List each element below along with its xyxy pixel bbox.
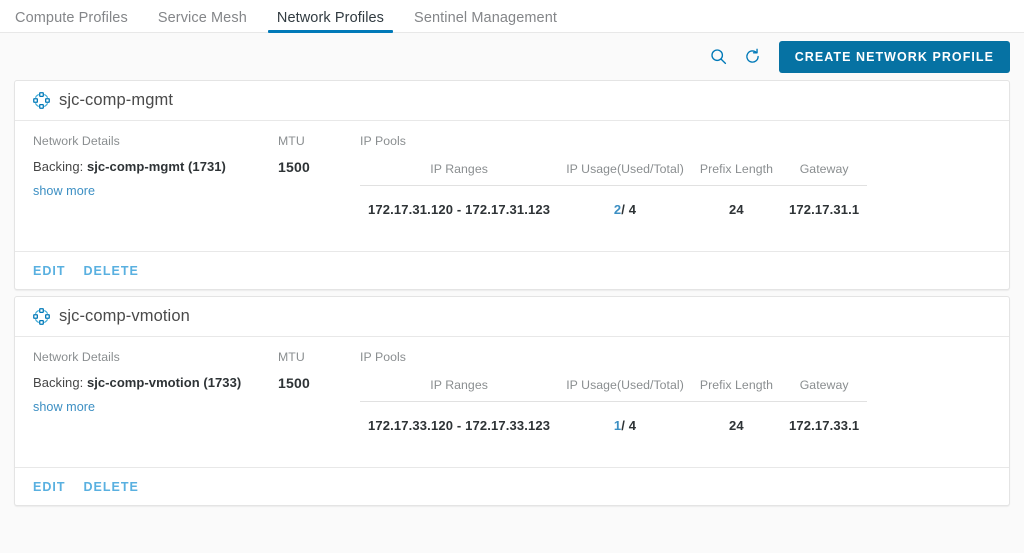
mtu-column: MTU 1500 — [278, 133, 360, 241]
network-details-column: Network Details Backing: sjc-comp-mgmt (… — [33, 133, 278, 241]
network-details-label: Network Details — [33, 134, 120, 148]
ip-pools-table: IP Ranges IP Usage(Used/Total) Prefix Le… — [360, 158, 868, 226]
card-footer: EDIT DELETE — [15, 467, 1009, 505]
show-more-link[interactable]: show more — [33, 400, 95, 414]
column-header-prefix-length: Prefix Length — [691, 374, 781, 402]
show-more-link[interactable]: show more — [33, 184, 95, 198]
cell-ip-range: 172.17.33.120 - 172.17.33.123 — [368, 418, 551, 433]
refresh-button[interactable] — [736, 40, 770, 74]
table-row: 172.17.33.120 - 172.17.33.123 1/ 4 24 17… — [360, 402, 867, 442]
cell-ip-usage: 2/ 4 — [558, 186, 692, 226]
column-header-gateway: Gateway — [780, 374, 868, 402]
cell-prefix-length: 24 — [729, 418, 744, 433]
mtu-value: 1500 — [278, 375, 310, 391]
tab-network-profiles[interactable]: Network Profiles — [262, 10, 399, 33]
cell-ip-range: 172.17.31.120 - 172.17.31.123 — [368, 202, 551, 217]
backing-name: sjc-comp-mgmt (1731) — [86, 159, 226, 174]
search-button[interactable] — [702, 40, 736, 74]
column-header-prefix-length: Prefix Length — [691, 158, 781, 186]
tab-compute-profiles[interactable]: Compute Profiles — [0, 10, 143, 33]
column-header-gateway: Gateway — [780, 158, 868, 186]
table-header-row: IP Ranges IP Usage(Used/Total) Prefix Le… — [360, 374, 868, 402]
search-icon — [710, 48, 727, 65]
ip-pools-column: IP Pools IP Ranges IP Usage(Used/Total) … — [360, 349, 991, 457]
table-header-row: IP Ranges IP Usage(Used/Total) Prefix Le… — [360, 158, 868, 186]
card-body: Network Details Backing: sjc-comp-vmotio… — [15, 337, 1009, 467]
ip-pools-label: IP Pools — [360, 134, 406, 148]
tab-bar: Compute Profiles Service Mesh Network Pr… — [0, 0, 1024, 33]
backing-label: Backing: — [33, 375, 84, 390]
column-header-ip-usage: IP Usage(Used/Total) — [558, 374, 692, 402]
edit-button[interactable]: EDIT — [33, 264, 65, 278]
backing-value: Backing: sjc-comp-mgmt (1731) — [33, 158, 278, 176]
card-title: sjc-comp-mgmt — [59, 91, 174, 109]
ip-pools-label: IP Pools — [360, 350, 406, 364]
backing-name: sjc-comp-vmotion (1733) — [86, 375, 242, 390]
action-bar: CREATE NETWORK PROFILE — [0, 33, 1024, 80]
ip-pools-table: IP Ranges IP Usage(Used/Total) Prefix Le… — [360, 374, 868, 442]
edit-button[interactable]: EDIT — [33, 480, 65, 494]
delete-button[interactable]: DELETE — [83, 264, 138, 278]
mtu-label: MTU — [278, 134, 305, 148]
network-details-column: Network Details Backing: sjc-comp-vmotio… — [33, 349, 278, 457]
create-network-profile-button[interactable]: CREATE NETWORK PROFILE — [778, 40, 1010, 73]
card-title: sjc-comp-vmotion — [59, 307, 190, 325]
card-header: sjc-comp-mgmt — [15, 81, 1009, 121]
mtu-value: 1500 — [278, 159, 310, 175]
delete-button[interactable]: DELETE — [83, 480, 138, 494]
column-header-ip-usage: IP Usage(Used/Total) — [558, 158, 692, 186]
column-header-ip-ranges: IP Ranges — [360, 158, 559, 186]
cell-ip-usage: 1/ 4 — [558, 402, 692, 442]
network-profile-list: sjc-comp-mgmt Network Details Backing: s… — [0, 80, 1024, 506]
ip-pools-column: IP Pools IP Ranges IP Usage(Used/Total) … — [360, 133, 991, 241]
mtu-column: MTU 1500 — [278, 349, 360, 457]
network-profile-card: sjc-comp-mgmt Network Details Backing: s… — [14, 80, 1010, 290]
cell-gateway: 172.17.33.1 — [788, 418, 860, 433]
card-footer: EDIT DELETE — [15, 251, 1009, 289]
tab-sentinel-management[interactable]: Sentinel Management — [399, 10, 572, 33]
ip-usage-total: / 4 — [621, 202, 637, 217]
tab-service-mesh[interactable]: Service Mesh — [143, 10, 262, 33]
backing-label: Backing: — [33, 159, 84, 174]
cell-gateway: 172.17.31.1 — [788, 202, 860, 217]
column-header-ip-ranges: IP Ranges — [360, 374, 559, 402]
table-row: 172.17.31.120 - 172.17.31.123 2/ 4 24 17… — [360, 186, 867, 226]
backing-value: Backing: sjc-comp-vmotion (1733) — [33, 374, 278, 392]
card-body: Network Details Backing: sjc-comp-mgmt (… — [15, 121, 1009, 251]
card-header: sjc-comp-vmotion — [15, 297, 1009, 337]
ip-usage-total: / 4 — [621, 418, 637, 433]
network-profile-card: sjc-comp-vmotion Network Details Backing… — [14, 296, 1010, 506]
cluster-icon — [33, 308, 50, 325]
mtu-label: MTU — [278, 350, 305, 364]
cluster-icon — [33, 92, 50, 109]
cell-prefix-length: 24 — [729, 202, 744, 217]
network-details-label: Network Details — [33, 350, 120, 364]
refresh-icon — [744, 48, 761, 65]
